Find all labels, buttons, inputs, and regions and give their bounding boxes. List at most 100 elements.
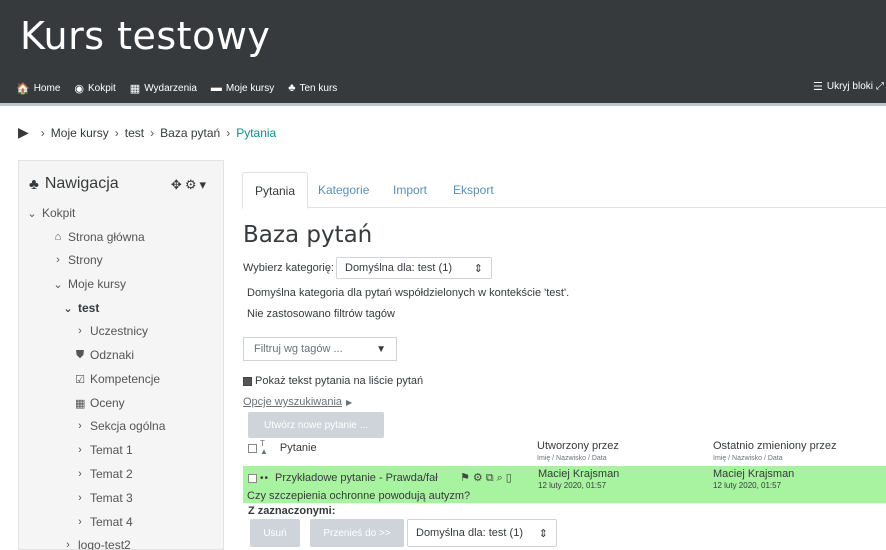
tree-item-topic-4[interactable]: › Temat 4 [75,515,133,529]
question-name: Przykładowe pytanie - Prawda/fał [275,472,438,484]
site-title[interactable]: Kurs testowy [20,14,270,58]
created-by-name: Maciej Krajsman [538,468,620,480]
tree-item-badges[interactable]: ⛊ Odznaki [75,348,134,362]
sitemap-icon: ♣ [288,82,296,94]
tree-item-general-section[interactable]: › Sekcja ogólna [75,419,165,433]
sitemap-icon: ♣ [29,175,39,193]
chevron-right-icon: › [66,539,70,550]
tree-item-dashboard[interactable]: ⌄ Kokpit [27,206,75,220]
nav-this-course[interactable]: ♣ Ten kurs [288,82,337,94]
created-by-header[interactable]: Utworzony przez [537,440,619,452]
breadcrumb-separator: › [226,125,231,140]
block-controls[interactable]: ✥⚙▾ [171,177,209,193]
breadcrumb-test[interactable]: test [125,126,144,140]
folder-icon: ▶ [18,124,29,140]
tag-filter-select[interactable]: Filtruj wg tagów ... ▼ [243,337,397,361]
briefcase-icon: ▬ [210,82,222,94]
modified-by-date: 12 luty 2020, 01:57 [713,481,782,490]
nav-my-courses[interactable]: ▬ Moje kursy [211,82,274,94]
gear-icon[interactable]: ⚙ [473,472,486,484]
created-by-date: 12 luty 2020, 01:57 [538,481,607,490]
create-question-button[interactable]: Utwórz nowe pytanie ... [248,412,384,438]
chevron-down-icon: ⌄ [63,302,73,315]
trash-icon[interactable]: ▯ [506,472,515,484]
tree-item-topic-1[interactable]: › Temat 1 [75,443,133,457]
breadcrumb-separator: › [114,125,119,140]
question-row-main: •• Przykładowe pytanie - Prawda/fał [248,472,438,484]
select-arrows-icon: ⇕ [538,527,548,540]
breadcrumb-current[interactable]: Pytania [236,126,276,140]
navigation-block: ♣ Nawigacja ✥⚙▾ ⌄ Kokpit ⌂ Strona główna › S… [18,160,224,550]
sort-icon[interactable]: T ▲ [260,440,268,456]
question-column-label[interactable]: Pytanie [280,442,317,454]
checkbox-icon: ☑ [75,373,85,386]
chevron-right-icon: › [56,254,60,266]
top-navigation: 🏠 Home ◉ Kokpit ▦ Wydarzenia ▬ Moje kursy ♣ T… [16,80,351,96]
tree-item-participants[interactable]: › Uczestnicy [75,324,148,338]
chevron-right-icon: › [78,492,82,504]
tag-icon[interactable]: ⚑ [460,472,473,484]
expand-icon: ⤢ [876,81,884,92]
tree-item-my-courses[interactable]: ⌄ Moje kursy [53,277,126,291]
show-question-text-checkbox[interactable] [243,376,252,386]
move-icon[interactable]: ✥ [171,177,185,192]
move-to-button[interactable]: Przenieś do >> [310,519,404,547]
tab-export[interactable]: Eksport [441,172,506,209]
question-column-header: T ▲ Pytanie [248,440,317,456]
tree-item-logo-test2[interactable]: › logo-test2 [63,538,131,550]
chevron-right-icon: › [78,468,82,480]
tree-item-grades[interactable]: ▦ Oceny [75,396,125,410]
caret-down-icon[interactable]: ▾ [199,177,209,192]
tab-questions[interactable]: Pytania [242,172,309,209]
header-border [0,103,886,106]
tree-item-topic-3[interactable]: › Temat 3 [75,491,133,505]
hide-blocks-button[interactable]: ☰ Ukryj bloki ⤢ [813,80,884,93]
modified-by-subheader[interactable]: Imię / Nazwisko / Data [713,455,783,462]
search-options-link[interactable]: Opcje wyszukiwania [243,396,342,408]
tree-item-home[interactable]: ⌂ Strona główna [53,230,145,244]
select-all-checkbox[interactable] [248,443,257,453]
nav-home[interactable]: 🏠 Home [16,82,60,95]
breadcrumb-separator: › [150,125,155,140]
home-icon: 🏠 [16,82,30,95]
category-row: Wybierz kategorię: Domyślna dla: test (1… [243,257,492,279]
page-header: Kurs testowy 🏠 Home ◉ Kokpit ▦ Wydarzenia ▬… [0,0,886,103]
question-text: Czy szczepienia ochronne powodują autyzm… [247,490,471,502]
chevron-right-icon: › [78,516,82,528]
preview-icon[interactable]: ⌕ [497,472,506,484]
delete-button[interactable]: Usuń [250,519,300,547]
calendar-icon: ▦ [129,82,141,95]
target-category-select[interactable]: Domyślna dla: test (1) ⇕ [407,519,557,547]
breadcrumb-question-bank[interactable]: Baza pytań [160,126,220,140]
modified-by-header[interactable]: Ostatnio zmieniony przez [713,440,837,452]
tab-categories[interactable]: Kategorie [306,172,381,209]
tree-item-test[interactable]: ⌄ test [63,301,99,315]
nav-events[interactable]: ▦ Wydarzenia [130,82,197,95]
category-label: Wybierz kategorię: [243,262,334,274]
gear-icon[interactable]: ⚙ [185,177,200,192]
dashboard-icon: ◉ [74,82,84,95]
question-checkbox[interactable] [248,473,257,483]
select-arrows-icon: ⇕ [473,262,483,275]
home-icon: ⌂ [54,231,62,243]
tree-item-topic-2[interactable]: › Temat 2 [75,467,133,481]
duplicate-icon[interactable]: ⧉ [486,472,497,484]
tree-item-competencies[interactable]: ☑ Kompetencje [75,372,160,386]
chevron-down-icon: ⌄ [27,207,37,220]
breadcrumb-my-courses[interactable]: Moje kursy [51,126,109,140]
true-false-type-icon: •• [260,472,270,484]
chevron-right-icon: › [78,420,82,432]
tab-import[interactable]: Import [381,172,439,209]
category-description: Domyślna kategoria dla pytań współdzielo… [247,287,570,299]
tree-item-pages[interactable]: › Strony [53,253,103,267]
chevron-right-icon: › [78,444,82,456]
caret-down-icon: ▼ [376,343,386,355]
chevron-right-icon: › [78,325,82,337]
nav-dashboard[interactable]: ◉ Kokpit [74,82,115,95]
list-icon: ☰ [813,81,823,93]
created-by-subheader[interactable]: Imię / Nazwisko / Data [537,455,607,462]
question-actions: ⚑⚙⧉⌕▯ [460,471,515,485]
page-title: Baza pytań [243,222,373,248]
category-select[interactable]: Domyślna dla: test (1) ⇕ [336,257,492,279]
search-options[interactable]: Opcje wyszukiwania ▶ [243,396,352,408]
